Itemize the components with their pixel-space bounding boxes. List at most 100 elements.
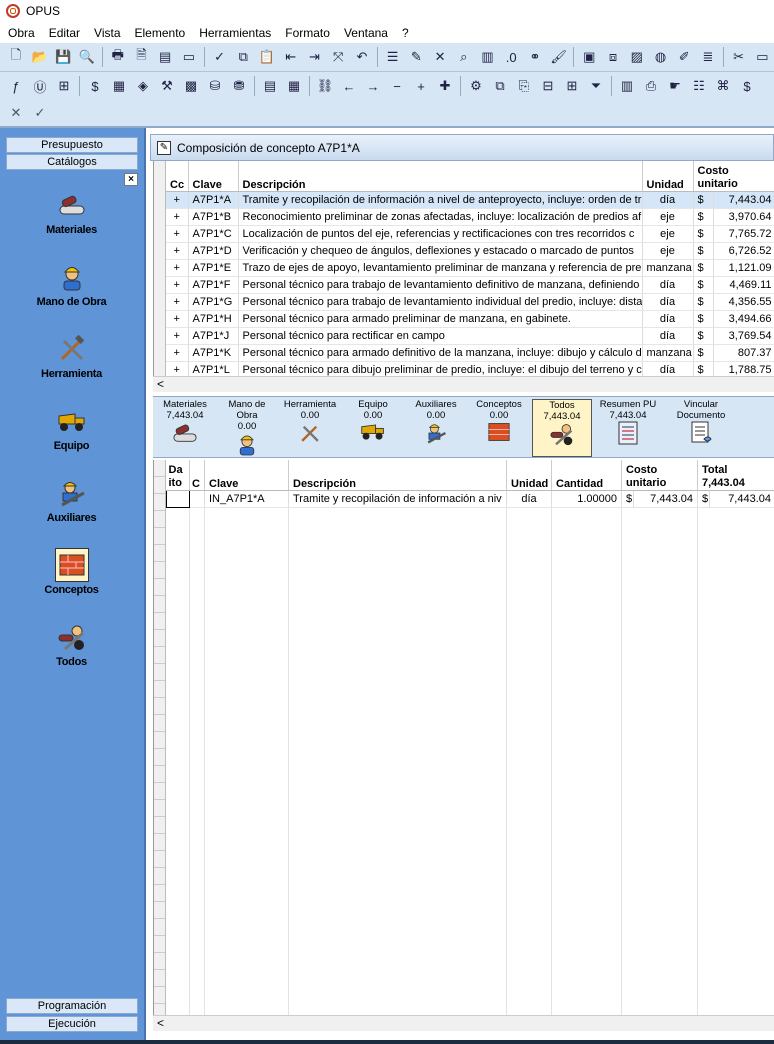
cell-unidad[interactable]: manzana bbox=[642, 344, 694, 362]
cell-cc[interactable]: + bbox=[166, 208, 189, 226]
col-header-clave[interactable]: Clave bbox=[188, 161, 239, 192]
table-row[interactable]: + A7P1*L Personal técnico para dibujo prel… bbox=[166, 361, 774, 376]
arrow-left-icon[interactable]: ← bbox=[339, 76, 359, 96]
cell-dato[interactable] bbox=[166, 489, 190, 508]
image-icon[interactable]: ▨ bbox=[627, 47, 647, 67]
plus-icon[interactable]: + bbox=[411, 76, 431, 96]
scissors-icon[interactable]: ✂ bbox=[729, 47, 749, 67]
programacion-button[interactable]: Programación bbox=[6, 998, 138, 1014]
cell-cur[interactable]: $ bbox=[693, 361, 714, 376]
find-icon[interactable]: ⌕ bbox=[454, 47, 474, 67]
paste-icon[interactable]: ⎘ bbox=[514, 76, 534, 96]
cell-desc[interactable]: Trazo de ejes de apoyo, levantamiento pr… bbox=[238, 259, 643, 277]
gantt-icon[interactable]: ☷ bbox=[689, 76, 709, 96]
open-folder-icon[interactable]: 📂 bbox=[30, 47, 50, 67]
cell-clave[interactable]: A7P1*B bbox=[188, 208, 239, 226]
horizontal-scrollbar[interactable]: < bbox=[153, 1015, 774, 1031]
cell-clave[interactable]: A7P1*A bbox=[188, 191, 239, 209]
cell-cc[interactable]: + bbox=[166, 293, 189, 311]
cell-cc[interactable]: + bbox=[166, 259, 189, 277]
cell-cur[interactable]: $ bbox=[693, 344, 714, 362]
table-row[interactable]: + A7P1*D Verificación y chequeo de ángulos… bbox=[166, 242, 774, 260]
cell-unidad[interactable]: día bbox=[642, 293, 694, 311]
col-header-cc[interactable]: Cc bbox=[166, 161, 189, 192]
columns-icon[interactable]: ⊞ bbox=[562, 76, 582, 96]
catalogos-button[interactable]: Catálogos bbox=[6, 154, 138, 170]
table-row[interactable]: + A7P1*J Personal técnico para rectificar … bbox=[166, 327, 774, 345]
cell-cur2[interactable]: $ bbox=[697, 490, 710, 508]
minus-icon[interactable]: − bbox=[387, 76, 407, 96]
cell-desc[interactable]: Personal técnico para armado definitivo … bbox=[238, 344, 643, 362]
tab-vincular-documento[interactable]: Vincular Documento bbox=[669, 399, 733, 457]
arrow-right-icon[interactable]: → bbox=[363, 76, 383, 96]
col-header-descripcion[interactable]: Descripción bbox=[288, 460, 507, 491]
cell-clave[interactable]: A7P1*H bbox=[188, 310, 239, 328]
cell-clave[interactable]: A7P1*D bbox=[188, 242, 239, 260]
tab-equipo[interactable]: Equipo 0.00 bbox=[343, 399, 403, 457]
cell-unidad[interactable]: día bbox=[642, 276, 694, 294]
tab-herramienta[interactable]: Herramienta 0.00 bbox=[280, 399, 340, 457]
cell-unidad[interactable]: día bbox=[642, 191, 694, 209]
ejecucion-button[interactable]: Ejecución bbox=[6, 1016, 138, 1032]
print-preview-icon[interactable]: 🗎 bbox=[132, 47, 152, 67]
menu-obra[interactable]: Obra bbox=[8, 26, 35, 40]
cell-cur[interactable]: $ bbox=[693, 259, 714, 277]
table-row[interactable]: + A7P1*G Personal técnico para trabajo de … bbox=[166, 293, 774, 311]
col-header-costo-unitario[interactable]: Costo unitario bbox=[621, 460, 698, 491]
window-icon[interactable]: ▭ bbox=[752, 47, 772, 67]
sidebar-item-herramienta[interactable]: Herramienta bbox=[0, 332, 143, 392]
cell-costo[interactable]: 3,494.66 bbox=[713, 310, 774, 328]
cell-costo[interactable]: 7,443.04 bbox=[713, 191, 774, 209]
menu-help[interactable]: ? bbox=[402, 26, 409, 40]
copy-icon[interactable]: ⧉ bbox=[490, 76, 510, 96]
spellcheck-icon[interactable]: ✓ bbox=[210, 47, 230, 67]
table-row[interactable]: IN_A7P1*A Tramite y recopilación de infor… bbox=[166, 489, 774, 508]
table-row[interactable]: + A7P1*K Personal técnico para armado defi… bbox=[166, 344, 774, 362]
cell-cur1[interactable]: $ bbox=[621, 490, 634, 508]
tab-auxiliares[interactable]: Auxiliares 0.00 bbox=[406, 399, 466, 457]
tab-resumen-pu[interactable]: Resumen PU 7,443.04 bbox=[598, 399, 658, 457]
sidebar-item-todos[interactable]: Todos bbox=[0, 620, 143, 680]
cell-desc[interactable]: Personal técnico para rectificar en camp… bbox=[238, 327, 643, 345]
menu-vista[interactable]: Vista bbox=[94, 26, 120, 40]
expand-icon[interactable]: ⤧ bbox=[328, 47, 348, 67]
cell-cur[interactable]: $ bbox=[693, 225, 714, 243]
cell-desc[interactable]: Personal técnico para armado preliminar … bbox=[238, 310, 643, 328]
cell-clave[interactable]: A7P1*C bbox=[188, 225, 239, 243]
cell-costo[interactable]: 807.37 bbox=[713, 344, 774, 362]
cell-costo[interactable]: 1,788.75 bbox=[713, 361, 774, 376]
print-icon[interactable]: 🖶 bbox=[108, 47, 128, 67]
cell-clave[interactable]: A7P1*E bbox=[188, 259, 239, 277]
cell-cantidad[interactable]: 1.00000 bbox=[551, 490, 622, 508]
close-icon[interactable]: × bbox=[124, 173, 138, 186]
col-header-unidad[interactable]: Unidad bbox=[506, 460, 552, 491]
cell-clave[interactable]: A7P1*K bbox=[188, 344, 239, 362]
horizontal-scrollbar[interactable]: < bbox=[153, 376, 774, 392]
cell-unidad[interactable]: día bbox=[642, 310, 694, 328]
cell-desc[interactable]: Tramite y recopilación de información a … bbox=[238, 191, 643, 209]
delete-icon[interactable]: ✕ bbox=[430, 47, 450, 67]
cell-cc[interactable]: + bbox=[166, 191, 189, 209]
edit-icon[interactable]: ✎ bbox=[406, 47, 426, 67]
presupuesto-button[interactable]: Presupuesto bbox=[6, 137, 138, 153]
cell-cc[interactable]: + bbox=[166, 225, 189, 243]
menu-ventana[interactable]: Ventana bbox=[344, 26, 388, 40]
currency-icon[interactable]: $ bbox=[85, 76, 105, 96]
search-icon[interactable]: 🔍 bbox=[77, 47, 97, 67]
menu-formato[interactable]: Formato bbox=[285, 26, 330, 40]
budget-icon[interactable]: ▣ bbox=[579, 47, 599, 67]
table-row[interactable]: + A7P1*F Personal técnico para trabajo de … bbox=[166, 276, 774, 294]
cell-clave[interactable]: A7P1*G bbox=[188, 293, 239, 311]
cell-desc[interactable]: Localización de puntos del eje, referenc… bbox=[238, 225, 643, 243]
sidebar-item-auxiliares[interactable]: Auxiliares bbox=[0, 476, 143, 536]
menu-editar[interactable]: Editar bbox=[49, 26, 80, 40]
table-row[interactable]: + A7P1*A Tramite y recopilación de informa… bbox=[166, 191, 774, 209]
chain-icon[interactable]: ⛓ bbox=[315, 76, 335, 96]
sidebar-item-materiales[interactable]: Materiales bbox=[0, 188, 143, 248]
globe-icon[interactable]: ◍ bbox=[651, 47, 671, 67]
storage-icon[interactable]: ⛃ bbox=[229, 76, 249, 96]
cell-cc[interactable]: + bbox=[166, 242, 189, 260]
filter-icon[interactable]: ⏷ bbox=[586, 76, 606, 96]
cell-clave[interactable]: A7P1*J bbox=[188, 327, 239, 345]
cancel-icon[interactable]: ✕ bbox=[6, 103, 26, 123]
